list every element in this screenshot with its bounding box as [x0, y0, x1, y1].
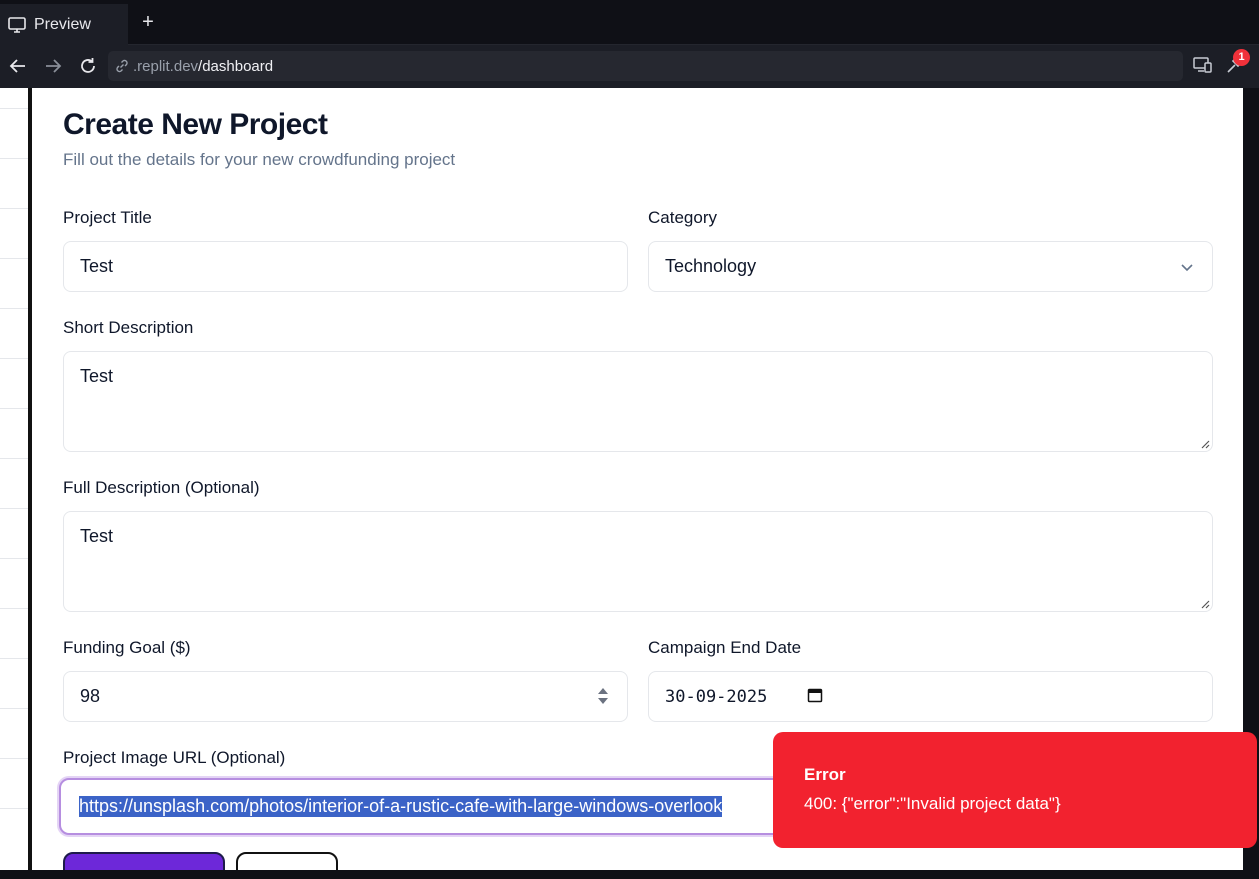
- image-url-input[interactable]: https://unsplash.com/photos/interior-of-…: [59, 778, 819, 835]
- page-subtitle: Fill out the details for your new crowdf…: [63, 150, 456, 169]
- funding-goal-value: 98: [80, 686, 101, 706]
- full-description-label: Full Description (Optional): [63, 478, 260, 497]
- project-title-label: Project Title: [63, 208, 152, 227]
- forward-button[interactable]: [42, 55, 64, 77]
- end-date-value: 30-09-2025: [665, 686, 768, 707]
- funding-goal-label: Funding Goal ($): [63, 638, 191, 657]
- new-tab-button[interactable]: +: [138, 12, 158, 32]
- browser-tab-bar: Preview +: [0, 0, 1259, 45]
- full-description-textarea[interactable]: Test: [63, 511, 1213, 612]
- reload-icon: [81, 58, 95, 73]
- resize-handle-icon[interactable]: [1200, 439, 1210, 449]
- chevron-down-icon: [1181, 264, 1193, 272]
- address-bar[interactable]: .replit.dev/dashboard: [108, 51, 1183, 81]
- url-domain: .replit.dev: [133, 57, 199, 75]
- page-background-list: [0, 88, 28, 870]
- end-date-input[interactable]: 30-09-2025: [648, 671, 1213, 722]
- error-toast[interactable]: Error 400: {"error":"Invalid project dat…: [773, 732, 1257, 848]
- reload-button[interactable]: [77, 55, 99, 77]
- end-date-label: Campaign End Date: [648, 638, 802, 657]
- short-description-label: Short Description: [63, 318, 194, 337]
- cancel-button[interactable]: [236, 852, 338, 870]
- link-icon: [116, 59, 128, 73]
- calendar-icon[interactable]: [807, 687, 823, 703]
- short-description-textarea[interactable]: Test: [63, 351, 1213, 452]
- number-spinner-icon[interactable]: [597, 684, 609, 708]
- tab-label: Preview: [34, 15, 91, 33]
- page-edge-bottom: [0, 870, 1259, 879]
- category-value: Technology: [665, 256, 757, 276]
- notification-badge: 1: [1233, 49, 1250, 66]
- create-project-button[interactable]: [63, 852, 225, 870]
- arrow-left-icon: [9, 59, 25, 73]
- funding-goal-input[interactable]: 98: [63, 671, 628, 722]
- toast-title: Error: [804, 765, 846, 784]
- image-url-label: Project Image URL (Optional): [63, 748, 286, 767]
- resize-handle-icon[interactable]: [1200, 599, 1210, 609]
- devices-icon[interactable]: [1193, 55, 1213, 75]
- project-title-value: Test: [80, 256, 114, 276]
- short-description-value: Test: [80, 366, 114, 386]
- page-title: Create New Project: [63, 108, 328, 141]
- category-select[interactable]: Technology: [648, 241, 1213, 292]
- url-path: /dashboard: [198, 57, 274, 75]
- back-button[interactable]: [7, 55, 29, 77]
- monitor-icon: [8, 16, 26, 33]
- full-description-value: Test: [80, 526, 114, 546]
- category-label: Category: [648, 208, 717, 227]
- project-title-input[interactable]: Test: [63, 241, 628, 292]
- image-url-value: https://unsplash.com/photos/interior-of-…: [79, 796, 723, 817]
- arrow-right-icon: [46, 59, 62, 73]
- toast-message: 400: {"error":"Invalid project data"}: [804, 794, 1061, 813]
- tab-preview[interactable]: Preview: [0, 4, 128, 45]
